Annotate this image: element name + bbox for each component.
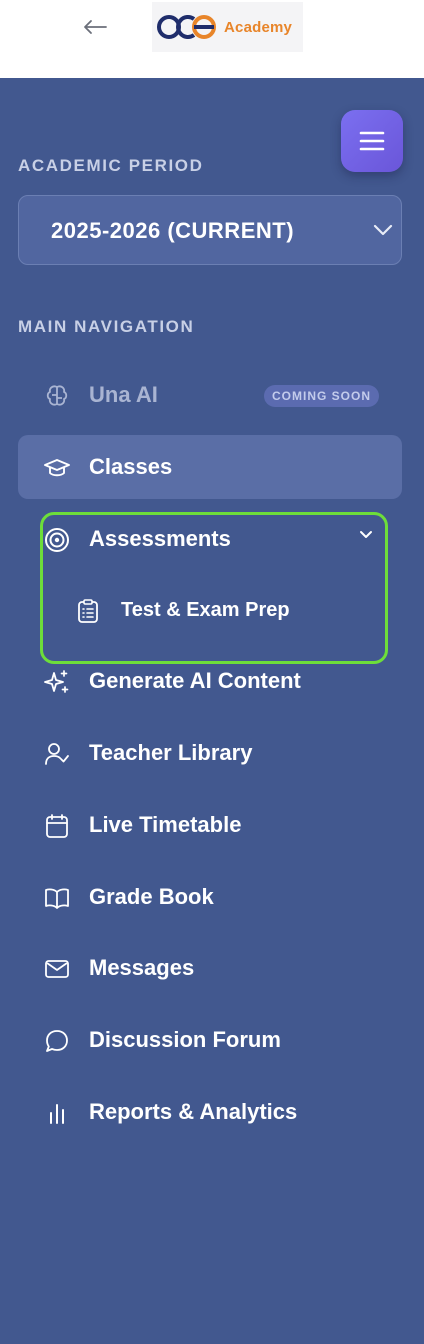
- clipboard-list-icon: [76, 598, 100, 624]
- nav-label-una-ai: Una AI: [89, 382, 158, 407]
- nav-item-reports-analytics[interactable]: Reports & Analytics: [18, 1080, 402, 1144]
- logo-text: Academy: [224, 18, 293, 36]
- user-check-icon: [44, 741, 70, 767]
- academic-period-value: 2025-2026 (CURRENT): [51, 218, 295, 243]
- chevron-down-icon: [373, 224, 393, 236]
- nav-label-classes: Classes: [89, 454, 173, 479]
- message-circle-icon: [44, 1028, 70, 1054]
- nav-item-teacher-library[interactable]: Teacher Library: [18, 721, 402, 785]
- coming-soon-badge: COMING SOON: [264, 385, 380, 407]
- nav-label-assessments: Assessments: [89, 526, 231, 551]
- bar-chart-icon: [44, 1100, 70, 1126]
- nav-item-una-ai[interactable]: Una AI COMING SOON: [18, 363, 402, 427]
- nav-item-messages[interactable]: Messages: [18, 936, 402, 1000]
- nav-label-discussion-forum: Discussion Forum: [89, 1027, 281, 1052]
- nav-label-test-exam-prep: Test & Exam Prep: [121, 599, 290, 621]
- book-open-icon: [44, 885, 70, 911]
- nav-item-classes[interactable]: Classes: [18, 435, 402, 499]
- top-bar: Academy: [0, 0, 424, 78]
- nav-item-discussion-forum[interactable]: Discussion Forum: [18, 1008, 402, 1072]
- nav-label-teacher-library: Teacher Library: [89, 740, 253, 765]
- academy-logo[interactable]: Academy: [152, 2, 303, 52]
- academic-period-heading: ACADEMIC PERIOD: [18, 156, 204, 175]
- sparkles-icon: [44, 669, 70, 695]
- nav-label-reports-analytics: Reports & Analytics: [89, 1099, 298, 1124]
- menu-toggle-button[interactable]: [341, 110, 403, 172]
- academic-period-select[interactable]: 2025-2026 (CURRENT): [18, 195, 402, 265]
- back-button[interactable]: [78, 12, 112, 42]
- target-icon: [44, 527, 70, 553]
- arrow-left-icon: [84, 20, 107, 34]
- mail-icon: [44, 956, 70, 982]
- calendar-icon: [44, 813, 70, 839]
- nav-label-generate-ai-content: Generate AI Content: [89, 668, 301, 693]
- chevron-down-icon[interactable]: [358, 529, 374, 541]
- nav-label-grade-book: Grade Book: [89, 884, 214, 909]
- main-navigation-heading: MAIN NAVIGATION: [18, 317, 195, 336]
- nav-item-assessments[interactable]: Assessments: [18, 507, 402, 571]
- graduation-cap-icon: [44, 455, 70, 481]
- hamburger-icon: [359, 131, 385, 151]
- nav-item-generate-ai-content[interactable]: Generate AI Content: [18, 649, 402, 713]
- nav-item-grade-book[interactable]: Grade Book: [18, 865, 402, 929]
- brain-icon: [44, 383, 70, 409]
- nav-label-messages: Messages: [89, 955, 195, 980]
- nav-label-live-timetable: Live Timetable: [89, 812, 242, 837]
- logo-mark-icon: [157, 15, 216, 39]
- nav-subitem-test-exam-prep[interactable]: Test & Exam Prep: [18, 580, 402, 640]
- nav-item-live-timetable[interactable]: Live Timetable: [18, 793, 402, 857]
